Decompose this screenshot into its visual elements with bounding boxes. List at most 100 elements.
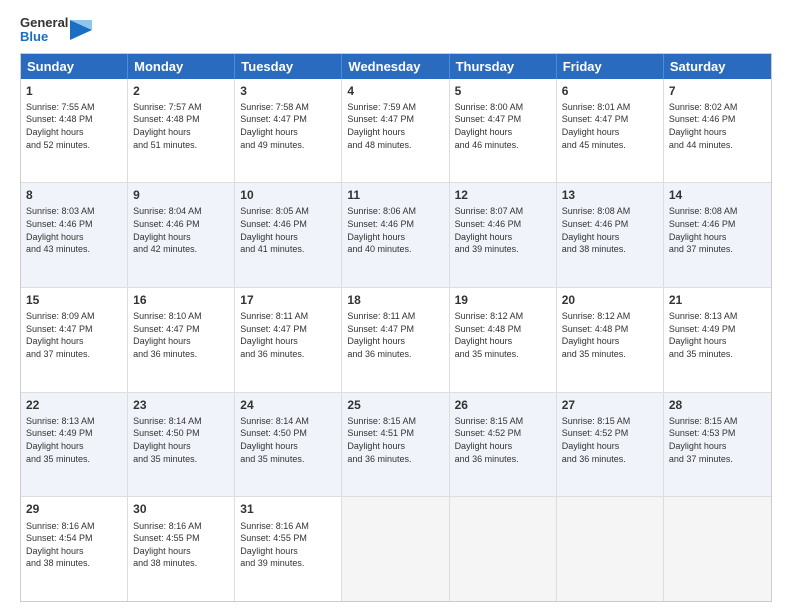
sunset-label: Sunset: 4:46 PM	[26, 219, 93, 229]
sunrise-label: Sunrise: 8:12 AM	[455, 311, 524, 321]
sunset-label: Sunset: 4:47 PM	[240, 114, 307, 124]
sunrise-label: Sunrise: 8:13 AM	[669, 311, 738, 321]
day-number: 8	[26, 187, 122, 203]
sunset-label: Sunset: 4:49 PM	[26, 428, 93, 438]
cell-info: Sunrise: 8:07 AMSunset: 4:46 PMDaylight …	[455, 205, 551, 255]
sunset-label: Sunset: 4:47 PM	[26, 324, 93, 334]
daylight-value: and 35 minutes.	[455, 349, 519, 359]
daylight-value: and 35 minutes.	[669, 349, 733, 359]
sunrise-label: Sunrise: 8:16 AM	[133, 521, 202, 531]
calendar-week-3: 15Sunrise: 8:09 AMSunset: 4:47 PMDayligh…	[21, 287, 771, 392]
daylight-label: Daylight hours	[562, 441, 620, 451]
day-number: 9	[133, 187, 229, 203]
daylight-label: Daylight hours	[26, 546, 84, 556]
sunset-label: Sunset: 4:48 PM	[133, 114, 200, 124]
sunrise-label: Sunrise: 8:15 AM	[562, 416, 631, 426]
daylight-label: Daylight hours	[240, 546, 298, 556]
header-day-thursday: Thursday	[450, 54, 557, 79]
daylight-label: Daylight hours	[133, 441, 191, 451]
day-number: 6	[562, 83, 658, 99]
day-number: 25	[347, 397, 443, 413]
day-number: 7	[669, 83, 766, 99]
daylight-label: Daylight hours	[26, 127, 84, 137]
calendar-cell-empty	[557, 497, 664, 601]
sunset-label: Sunset: 4:46 PM	[240, 219, 307, 229]
sunrise-label: Sunrise: 8:14 AM	[133, 416, 202, 426]
daylight-value: and 36 minutes.	[347, 349, 411, 359]
calendar-cell-day-27: 27Sunrise: 8:15 AMSunset: 4:52 PMDayligh…	[557, 393, 664, 497]
day-number: 16	[133, 292, 229, 308]
daylight-value: and 38 minutes.	[26, 558, 90, 568]
day-number: 27	[562, 397, 658, 413]
daylight-label: Daylight hours	[455, 127, 513, 137]
cell-info: Sunrise: 8:15 AMSunset: 4:52 PMDaylight …	[455, 415, 551, 465]
sunset-label: Sunset: 4:46 PM	[669, 219, 736, 229]
sunrise-label: Sunrise: 8:16 AM	[26, 521, 95, 531]
calendar-week-1: 1Sunrise: 7:55 AMSunset: 4:48 PMDaylight…	[21, 79, 771, 183]
sunrise-label: Sunrise: 8:04 AM	[133, 206, 202, 216]
calendar-cell-day-24: 24Sunrise: 8:14 AMSunset: 4:50 PMDayligh…	[235, 393, 342, 497]
cell-info: Sunrise: 8:04 AMSunset: 4:46 PMDaylight …	[133, 205, 229, 255]
daylight-value: and 48 minutes.	[347, 140, 411, 150]
sunrise-label: Sunrise: 8:11 AM	[240, 311, 308, 321]
sunset-label: Sunset: 4:53 PM	[669, 428, 736, 438]
daylight-label: Daylight hours	[669, 441, 727, 451]
day-number: 4	[347, 83, 443, 99]
sunrise-label: Sunrise: 8:03 AM	[26, 206, 95, 216]
daylight-label: Daylight hours	[347, 127, 405, 137]
calendar-cell-day-9: 9 Sunrise: 8:04 AMSunset: 4:46 PMDaylight…	[128, 183, 235, 287]
cell-info: Sunrise: 8:09 AMSunset: 4:47 PMDaylight …	[26, 310, 122, 360]
daylight-value: and 36 minutes.	[133, 349, 197, 359]
daylight-label: Daylight hours	[347, 336, 405, 346]
logo: General Blue	[20, 16, 92, 45]
daylight-value: and 51 minutes.	[133, 140, 197, 150]
sunset-label: Sunset: 4:52 PM	[455, 428, 522, 438]
cell-info: Sunrise: 8:02 AMSunset: 4:46 PMDaylight …	[669, 101, 766, 151]
calendar-cell-day-4: 4Sunrise: 7:59 AMSunset: 4:47 PMDaylight…	[342, 79, 449, 183]
sunrise-label: Sunrise: 8:12 AM	[562, 311, 631, 321]
daylight-label: Daylight hours	[240, 441, 298, 451]
day-number: 1	[26, 83, 122, 99]
calendar-cell-day-2: 2Sunrise: 7:57 AMSunset: 4:48 PMDaylight…	[128, 79, 235, 183]
daylight-label: Daylight hours	[26, 232, 84, 242]
day-number: 23	[133, 397, 229, 413]
daylight-label: Daylight hours	[26, 441, 84, 451]
cell-info: Sunrise: 8:11 AMSunset: 4:47 PMDaylight …	[240, 310, 336, 360]
cell-info: Sunrise: 8:16 AM Sunset: 4:54 PM Daylight …	[26, 520, 122, 570]
daylight-value: and 39 minutes.	[240, 558, 304, 568]
calendar-cell-day-7: 7 Sunrise: 8:02 AMSunset: 4:46 PMDaylight…	[664, 79, 771, 183]
cell-info: Sunrise: 8:10 AMSunset: 4:47 PMDaylight …	[133, 310, 229, 360]
sunrise-label: Sunrise: 8:15 AM	[669, 416, 738, 426]
day-number: 17	[240, 292, 336, 308]
calendar-cell-day-19: 19Sunrise: 8:12 AMSunset: 4:48 PMDayligh…	[450, 288, 557, 392]
daylight-value: and 41 minutes.	[240, 244, 304, 254]
day-number: 10	[240, 187, 336, 203]
cell-info: Sunrise: 8:08 AMSunset: 4:46 PMDaylight …	[669, 205, 766, 255]
sunrise-label: Sunrise: 7:59 AM	[347, 102, 416, 112]
calendar-cell-day-23: 23Sunrise: 8:14 AMSunset: 4:50 PMDayligh…	[128, 393, 235, 497]
daylight-value: and 44 minutes.	[669, 140, 733, 150]
daylight-value: and 36 minutes.	[240, 349, 304, 359]
daylight-value: and 38 minutes.	[562, 244, 626, 254]
logo-bird-icon	[70, 16, 92, 44]
daylight-value: and 45 minutes.	[562, 140, 626, 150]
calendar-cell-day-5: 5Sunrise: 8:00 AMSunset: 4:47 PMDaylight…	[450, 79, 557, 183]
sunrise-label: Sunrise: 7:57 AM	[133, 102, 202, 112]
calendar-cell-day-12: 12Sunrise: 8:07 AMSunset: 4:46 PMDayligh…	[450, 183, 557, 287]
calendar-cell-empty	[342, 497, 449, 601]
daylight-value: and 35 minutes.	[133, 454, 197, 464]
calendar-cell-day-17: 17 Sunrise: 8:11 AMSunset: 4:47 PMDayligh…	[235, 288, 342, 392]
daylight-value: and 35 minutes.	[26, 454, 90, 464]
sunset-label: Sunset: 4:54 PM	[26, 533, 93, 543]
calendar-cell-empty	[664, 497, 771, 601]
sunrise-label: Sunrise: 8:01 AM	[562, 102, 631, 112]
cell-info: Sunrise: 7:58 AMSunset: 4:47 PMDaylight …	[240, 101, 336, 151]
daylight-value: and 40 minutes.	[347, 244, 411, 254]
calendar-cell-day-28: 28Sunrise: 8:15 AMSunset: 4:53 PMDayligh…	[664, 393, 771, 497]
daylight-value: and 46 minutes.	[455, 140, 519, 150]
cell-info: Sunrise: 8:12 AMSunset: 4:48 PMDaylight …	[455, 310, 551, 360]
calendar-cell-day-16: 16 Sunrise: 8:10 AMSunset: 4:47 PMDayligh…	[128, 288, 235, 392]
daylight-label: Daylight hours	[133, 546, 191, 556]
calendar-cell-day-13: 13Sunrise: 8:08 AMSunset: 4:46 PMDayligh…	[557, 183, 664, 287]
calendar: SundayMondayTuesdayWednesdayThursdayFrid…	[20, 53, 772, 602]
